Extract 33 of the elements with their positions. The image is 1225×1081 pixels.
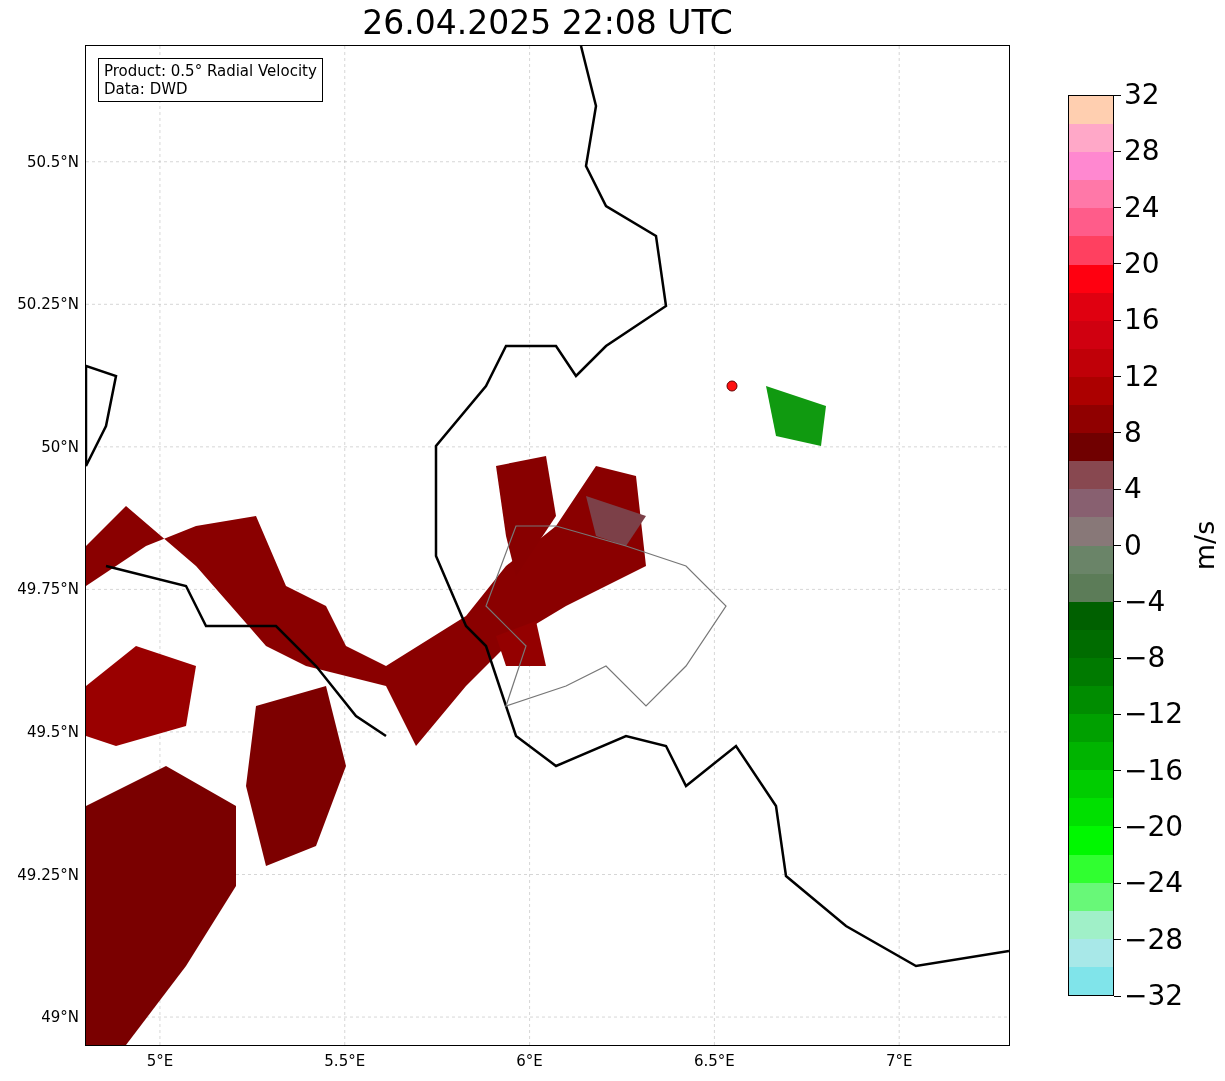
colorbar-tick-label: −4 [1123,586,1166,617]
x-axis-label: 5°E [146,1052,174,1070]
colorbar-tick-label: 24 [1123,192,1160,223]
info-text: Data: DWD [104,80,189,98]
y-axis-label: 49.75°N [17,581,79,598]
colorbar-tick-label: −8 [1123,643,1166,674]
x-axis-label: 7°E [885,1052,913,1070]
colorbar-tick-label: 16 [1123,305,1160,336]
colorbar-tick-label: 8 [1123,417,1142,448]
colorbar-tick-label: 20 [1123,248,1160,279]
colorbar-tick-label: 32 [1123,80,1160,110]
colorbar-tick-label: −16 [1123,755,1184,786]
colorbar-tick-label: −24 [1123,868,1184,899]
y-axis-label: 49.25°N [17,866,79,883]
y-axis-label: 50.25°N [17,296,79,313]
colorbar-tick-label: −32 [1123,981,1184,1011]
y-axis-label: 50°N [41,438,79,455]
y-axis-label: 49°N [41,1009,79,1026]
colorbar-unit-label: m/s [1189,520,1221,571]
chart-title: 26.04.2025 22:08 UTC [361,2,734,44]
info-text: Product: 0.5° Radial Velocity [104,62,317,80]
colorbar-tick-label: 28 [1123,136,1160,167]
colorbar-tick-label: 4 [1123,474,1142,505]
colorbar-tick-label: 0 [1123,530,1142,561]
colorbar-tick-label: −20 [1123,812,1184,843]
x-axis-label: 5.5°E [324,1052,366,1070]
x-axis-label: 6.5°E [693,1052,735,1070]
x-axis-label: 6°E [516,1052,543,1070]
y-axis-label: 49.5°N [26,723,79,740]
y-axis-label: 50.5°N [26,153,79,170]
colorbar-tick-label: −28 [1123,924,1184,955]
colorbar-tick-label: −12 [1123,699,1184,730]
colorbar-tick-label: 12 [1123,361,1160,392]
